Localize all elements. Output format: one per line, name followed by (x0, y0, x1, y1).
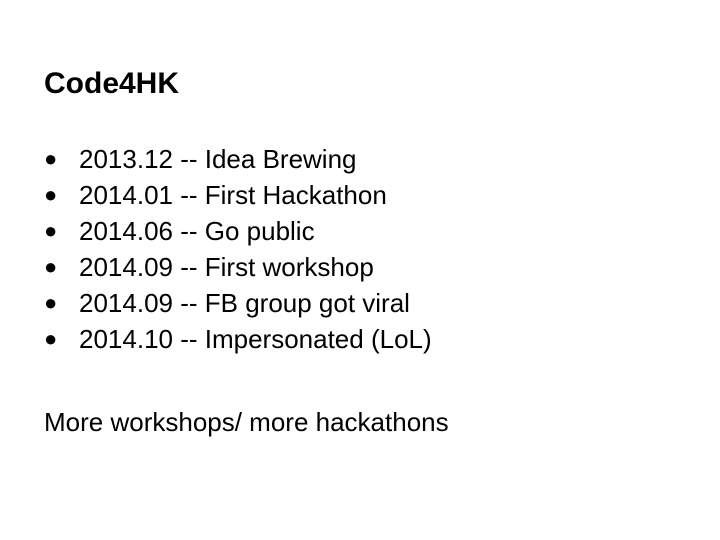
bullet-icon: ● (44, 218, 58, 243)
footer-text: More workshops/ more hackathons (44, 407, 449, 437)
list-item-text: 2013.12 -- Idea Brewing (79, 144, 357, 174)
bullet-icon: ● (44, 182, 58, 207)
slide: Code4HK ● 2013.12 -- Idea Brewing ● 2014… (0, 0, 720, 540)
bullet-icon: ● (44, 146, 58, 171)
list-item-text: 2014.10 -- Impersonated (LoL) (79, 324, 432, 354)
slide-title: Code4HK (44, 67, 180, 100)
list-item-text: 2014.01 -- First Hackathon (79, 180, 387, 210)
list-item-text: 2014.09 -- First workshop (79, 252, 374, 282)
bullet-icon: ● (44, 254, 58, 279)
bullet-icon: ● (44, 290, 58, 315)
bullet-icon: ● (44, 326, 58, 351)
list-item-text: 2014.09 -- FB group got viral (79, 288, 410, 318)
list-item-text: 2014.06 -- Go public (79, 216, 315, 246)
